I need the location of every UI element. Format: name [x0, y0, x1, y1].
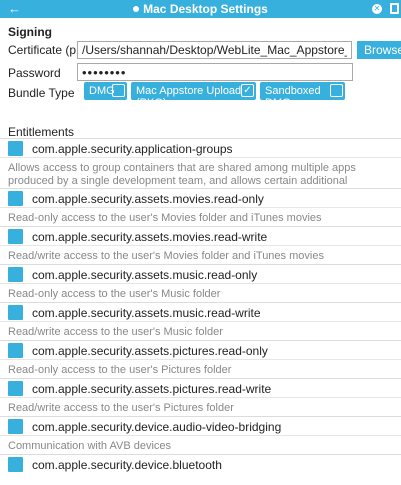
entitlement-checkbox[interactable]: [8, 419, 23, 434]
entitlement-description: Read-only access to the user's Music fol…: [0, 283, 401, 302]
entitlement-checkbox[interactable]: [8, 141, 23, 156]
entitlement-checkbox[interactable]: [8, 381, 23, 396]
window-title: Mac Desktop Settings: [0, 2, 401, 16]
close-icon[interactable]: ✕: [372, 4, 382, 14]
entitlement-row[interactable]: com.apple.security.assets.movies.read-wr…: [0, 226, 401, 245]
entitlement-row[interactable]: com.apple.security.assets.movies.read-on…: [0, 188, 401, 207]
entitlement-row[interactable]: com.apple.security.device.audio-video-br…: [0, 416, 401, 435]
entitlement-description: Read/write access to the user's Movies f…: [0, 245, 401, 264]
entitlement-checkbox[interactable]: [8, 229, 23, 244]
bundle-option-dmg[interactable]: DMG: [84, 82, 127, 100]
checkbox-unchecked-icon[interactable]: [112, 84, 125, 97]
entitlement-description: Communication with AVB devices: [0, 435, 401, 454]
save-icon[interactable]: [390, 3, 399, 14]
entitlement-name: com.apple.security.device.audio-video-br…: [32, 420, 282, 434]
bundle-option-sandboxed-dmg[interactable]: Sandboxed DMG: [260, 82, 345, 109]
entitlement-name: com.apple.security.assets.movies.read-wr…: [32, 230, 268, 244]
entitlement-checkbox[interactable]: [8, 343, 23, 358]
title-bar: ← Mac Desktop Settings ✕: [0, 0, 401, 18]
entitlement-name: com.apple.security.assets.pictures.read-…: [32, 382, 272, 396]
signing-heading: Signing: [8, 25, 52, 39]
bundle-type-label: Bundle Type: [8, 86, 75, 100]
entitlements-list: com.apple.security.application-groups Al…: [0, 138, 401, 473]
entitlement-name: com.apple.security.device.bluetooth: [32, 458, 222, 472]
entitlement-description: Read-only access to the user's Pictures …: [0, 359, 401, 378]
bullet-icon: [133, 6, 140, 12]
entitlement-description: Read/write access to the user's Music fo…: [0, 321, 401, 340]
entitlement-description: Read-only access to the user's Movies fo…: [0, 207, 401, 226]
certificate-path-input[interactable]: [77, 41, 352, 59]
password-input[interactable]: [77, 63, 353, 81]
entitlement-checkbox[interactable]: [8, 457, 23, 472]
entitlement-checkbox[interactable]: [8, 267, 23, 282]
entitlement-name: com.apple.security.application-groups: [32, 142, 233, 156]
entitlement-row[interactable]: com.apple.security.assets.music.read-wri…: [0, 302, 401, 321]
entitlement-name: com.apple.security.assets.pictures.read-…: [32, 344, 268, 358]
entitlement-checkbox[interactable]: [8, 305, 23, 320]
entitlement-row[interactable]: com.apple.security.device.bluetooth: [0, 454, 401, 473]
checkbox-checked-icon[interactable]: ✓: [241, 84, 254, 97]
browse-button[interactable]: Browse: [357, 41, 401, 59]
entitlement-name: com.apple.security.assets.movies.read-on…: [32, 192, 264, 206]
entitlement-row[interactable]: com.apple.security.assets.pictures.read-…: [0, 340, 401, 359]
entitlement-row[interactable]: com.apple.security.application-groups: [0, 138, 401, 157]
entitlement-description: Allows access to group containers that a…: [0, 157, 401, 200]
entitlement-checkbox[interactable]: [8, 191, 23, 206]
entitlement-row[interactable]: com.apple.security.assets.pictures.read-…: [0, 378, 401, 397]
entitlement-name: com.apple.security.assets.music.read-onl…: [32, 268, 258, 282]
entitlements-heading: Entitlements: [8, 125, 75, 139]
bundle-option-pkg[interactable]: Mac Appstore Upload (PKG) ✓: [131, 82, 256, 109]
checkbox-unchecked-icon[interactable]: [330, 84, 343, 97]
entitlement-row[interactable]: com.apple.security.assets.music.read-onl…: [0, 264, 401, 283]
entitlement-description: Read/write access to the user's Pictures…: [0, 397, 401, 416]
password-label: Password: [8, 66, 61, 80]
entitlement-name: com.apple.security.assets.music.read-wri…: [32, 306, 261, 320]
